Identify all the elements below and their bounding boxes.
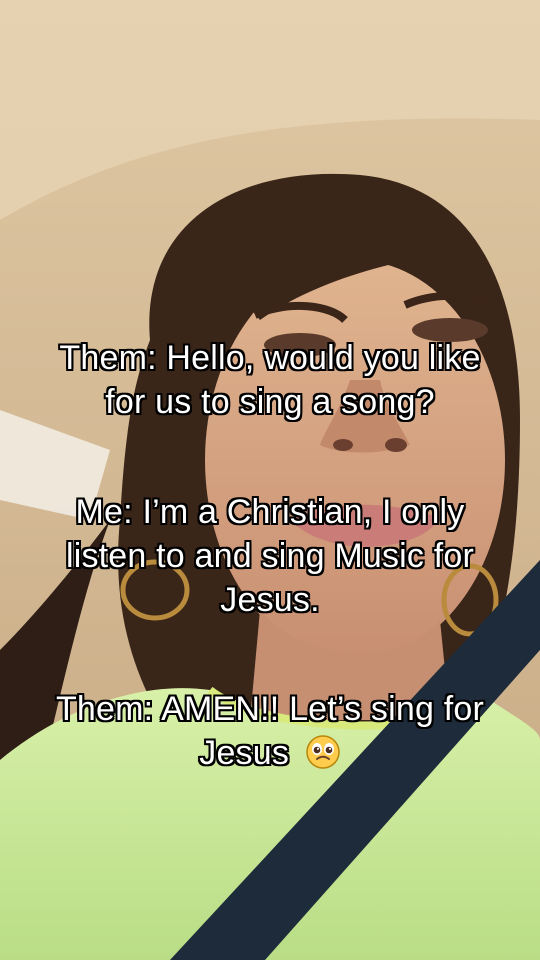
caption-line: Them: AMEN!! Let’s sing for: [55, 690, 485, 728]
selfie-screen: Them: Hello, would you like for us to si…: [0, 0, 540, 960]
caption-line-final: Jesus: [20, 731, 520, 775]
left-nostril: [333, 439, 353, 451]
selfie-photo: [0, 0, 540, 960]
caption-block-me-reply: Me: I’m a Christian, I only listen to an…: [20, 490, 520, 622]
caption-line: for us to sing a song?: [105, 383, 435, 421]
caption-line: Me: I’m a Christian, I only: [75, 493, 465, 531]
caption-block-them-question: Them: Hello, would you like for us to si…: [20, 336, 520, 424]
caption-line: listen to and sing Music for: [65, 537, 475, 575]
right-nostril: [385, 438, 407, 452]
caption-block-them-amen: Them: AMEN!! Let’s sing for Jesus: [20, 687, 520, 775]
caption-word-jesus: Jesus: [199, 734, 290, 772]
caption-line: Them: Hello, would you like: [59, 339, 481, 377]
caption-line: Jesus.: [220, 581, 320, 619]
pleading-face-icon: [305, 735, 340, 769]
